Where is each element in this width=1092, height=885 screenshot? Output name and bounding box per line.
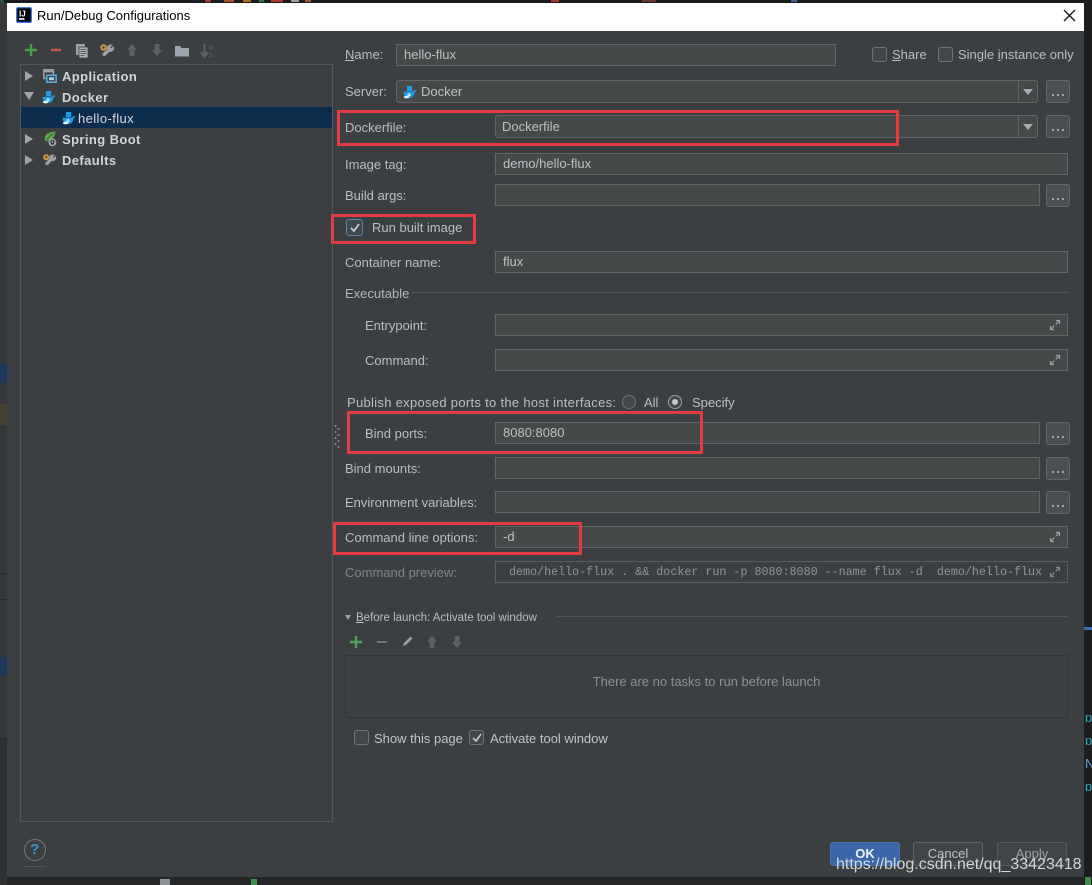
svg-text:IJ: IJ <box>19 10 26 19</box>
svg-text:z: z <box>209 50 213 59</box>
